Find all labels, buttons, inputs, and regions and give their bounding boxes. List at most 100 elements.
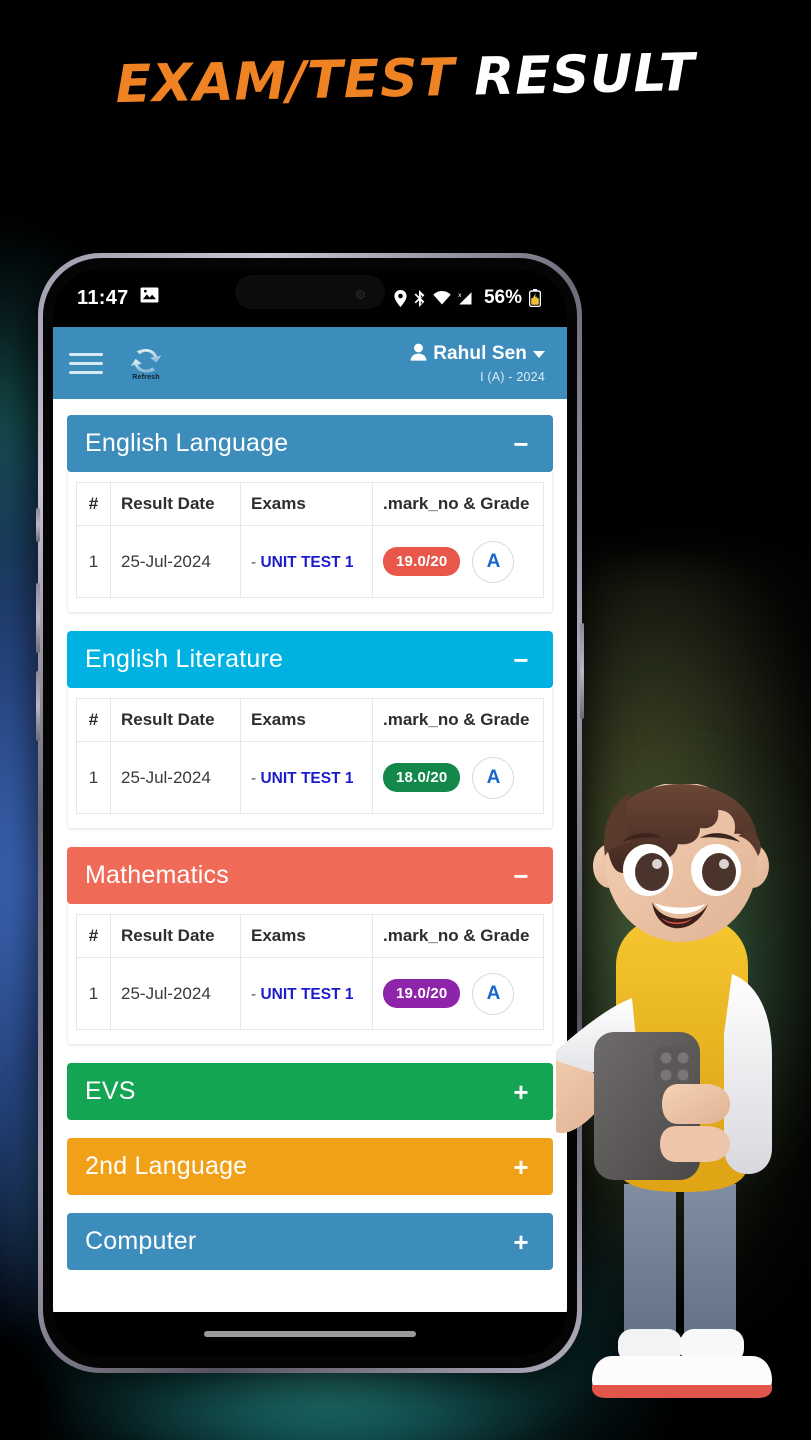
subject-panel: English Literature − # Result Date Exams .mar…: [67, 631, 553, 829]
subject-name: Computer: [85, 1227, 197, 1255]
user-name: Rahul Sen: [433, 343, 527, 364]
column-header-index: #: [76, 914, 111, 958]
expand-toggle-icon[interactable]: +: [507, 1154, 535, 1180]
subject-name: 2nd Language: [85, 1152, 248, 1180]
column-header-marks-grade: .mark_no & Grade: [372, 914, 544, 958]
collapse-toggle-icon[interactable]: −: [507, 431, 535, 457]
row-index: 1: [76, 525, 111, 598]
hamburger-menu-icon[interactable]: [69, 349, 103, 378]
subject-panel-header[interactable]: 2nd Language +: [67, 1138, 553, 1195]
results-list: English Language − # Result Date Exams .mark_…: [53, 399, 567, 1312]
results-table: # Result Date Exams .mark_no & Grade 1 25-Jul…: [76, 914, 544, 1030]
refresh-button[interactable]: Refresh: [123, 345, 169, 381]
subject-panel-header[interactable]: Computer +: [67, 1213, 553, 1270]
column-header-result-date: Result Date: [110, 698, 241, 742]
battery-icon: [529, 289, 541, 307]
phone-mute-switch[interactable]: [36, 508, 40, 542]
phone-bezel: 11:47 x 56% Refresh Rahul Sen I (A) - 20…: [43, 258, 577, 1368]
status-bar-clock: 11:47: [77, 286, 129, 309]
column-header-marks-grade: .mark_no & Grade: [372, 698, 544, 742]
table-header-row: # Result Date Exams .mark_no & Grade: [76, 914, 544, 958]
marks-badge: 19.0/20: [383, 547, 461, 576]
collapse-toggle-icon[interactable]: −: [507, 863, 535, 889]
phone-screen: 11:47 x 56% Refresh Rahul Sen I (A) - 20…: [53, 269, 567, 1356]
user-avatar-icon: [410, 343, 427, 366]
subject-panel-body: # Result Date Exams .mark_no & Grade 1 25-Jul…: [67, 472, 553, 613]
refresh-icon: [127, 345, 165, 377]
status-bar-right: x 56%: [394, 287, 541, 309]
subject-name: Mathematics: [85, 861, 229, 889]
marks-badge: 19.0/20: [383, 979, 461, 1008]
status-bar: 11:47 x 56%: [53, 269, 567, 327]
poster-title: EXAM/TEST RESULT: [0, 42, 811, 116]
table-row: 1 25-Jul-2024- UNIT TEST 1 19.0/20 A: [76, 957, 544, 1030]
row-result-date: 25-Jul-2024: [110, 957, 241, 1030]
subject-panel-body: # Result Date Exams .mark_no & Grade 1 25-Jul…: [67, 904, 553, 1045]
expand-toggle-icon[interactable]: +: [507, 1079, 535, 1105]
subject-panel: 2nd Language +: [67, 1138, 553, 1195]
marks-badge: 18.0/20: [383, 763, 461, 792]
column-header-exams: Exams: [240, 482, 373, 526]
table-header-row: # Result Date Exams .mark_no & Grade: [76, 698, 544, 742]
expand-toggle-icon[interactable]: +: [507, 1229, 535, 1255]
subject-panel-header[interactable]: EVS +: [67, 1063, 553, 1120]
subject-panel-header[interactable]: English Literature −: [67, 631, 553, 688]
app-header: Refresh Rahul Sen I (A) - 2024: [53, 327, 567, 399]
subject-name: English Language: [85, 429, 289, 457]
phone-power-button[interactable]: [580, 623, 584, 719]
svg-text:x: x: [458, 292, 462, 299]
exam-name-link[interactable]: UNIT TEST 1: [260, 986, 353, 1003]
row-exam-cell: - UNIT TEST 1: [240, 525, 373, 598]
poster-title-primary: EXAM/TEST: [114, 47, 456, 116]
column-header-exams: Exams: [240, 914, 373, 958]
column-header-index: #: [76, 482, 111, 526]
subject-panel-header[interactable]: Mathematics −: [67, 847, 553, 904]
status-bar-left: 11:47: [77, 287, 159, 310]
subject-panels: English Language − # Result Date Exams .mark_…: [67, 415, 553, 1270]
subject-panel: EVS +: [67, 1063, 553, 1120]
column-header-marks-grade: .mark_no & Grade: [372, 482, 544, 526]
poster-title-secondary: RESULT: [473, 42, 696, 108]
exam-bullet-dash: -: [251, 769, 257, 787]
marks-grade-group: 19.0/20 A: [383, 540, 533, 583]
subject-panel-header[interactable]: English Language −: [67, 415, 553, 472]
subject-panel: English Language − # Result Date Exams .mark_…: [67, 415, 553, 613]
home-indicator[interactable]: [204, 1331, 416, 1337]
cellular-signal-icon: x: [458, 291, 475, 306]
image-icon: [140, 287, 159, 309]
row-exam-cell: - UNIT TEST 1: [240, 957, 373, 1030]
row-marks-grade-cell: 18.0/20 A: [372, 741, 544, 814]
marks-grade-group: 19.0/20 A: [383, 972, 533, 1015]
exam-name-link[interactable]: UNIT TEST 1: [260, 554, 353, 571]
subject-panel-body: # Result Date Exams .mark_no & Grade 1 25-Jul…: [67, 688, 553, 829]
grade-badge: A: [472, 756, 515, 799]
user-class-label: I (A) - 2024: [480, 369, 545, 384]
grade-badge: A: [472, 540, 515, 583]
marks-grade-group: 18.0/20 A: [383, 756, 533, 799]
battery-percentage: 56%: [483, 287, 522, 308]
row-marks-grade-cell: 19.0/20 A: [372, 525, 544, 598]
results-table: # Result Date Exams .mark_no & Grade 1 25-Jul…: [76, 698, 544, 814]
chevron-down-icon[interactable]: [533, 350, 545, 358]
mascot-character-illustration: [556, 784, 811, 1440]
column-header-result-date: Result Date: [110, 914, 241, 958]
subject-name: EVS: [85, 1077, 136, 1105]
results-table: # Result Date Exams .mark_no & Grade 1 25-Jul…: [76, 482, 544, 598]
phone-volume-down-button[interactable]: [36, 671, 40, 741]
bluetooth-icon: [414, 289, 426, 307]
user-menu-row[interactable]: Rahul Sen: [410, 343, 545, 366]
collapse-toggle-icon[interactable]: −: [507, 647, 535, 673]
subject-panel: Mathematics − # Result Date Exams .mark_no & …: [67, 847, 553, 1045]
table-header-row: # Result Date Exams .mark_no & Grade: [76, 482, 544, 526]
column-header-index: #: [76, 698, 111, 742]
exam-name-link[interactable]: UNIT TEST 1: [260, 770, 353, 787]
subject-name: English Literature: [85, 645, 284, 673]
row-index: 1: [76, 957, 111, 1030]
phone-volume-up-button[interactable]: [36, 583, 40, 653]
user-menu[interactable]: Rahul Sen I (A) - 2024: [410, 343, 551, 384]
row-result-date: 25-Jul-2024: [110, 525, 241, 598]
table-row: 1 25-Jul-2024- UNIT TEST 1 18.0/20 A: [76, 741, 544, 814]
table-row: 1 25-Jul-2024- UNIT TEST 1 19.0/20 A: [76, 525, 544, 598]
poster-canvas: EXAM/TEST RESULT 11:47 x 56% Refresh Rah…: [0, 0, 811, 1440]
exam-bullet-dash: -: [251, 553, 257, 571]
